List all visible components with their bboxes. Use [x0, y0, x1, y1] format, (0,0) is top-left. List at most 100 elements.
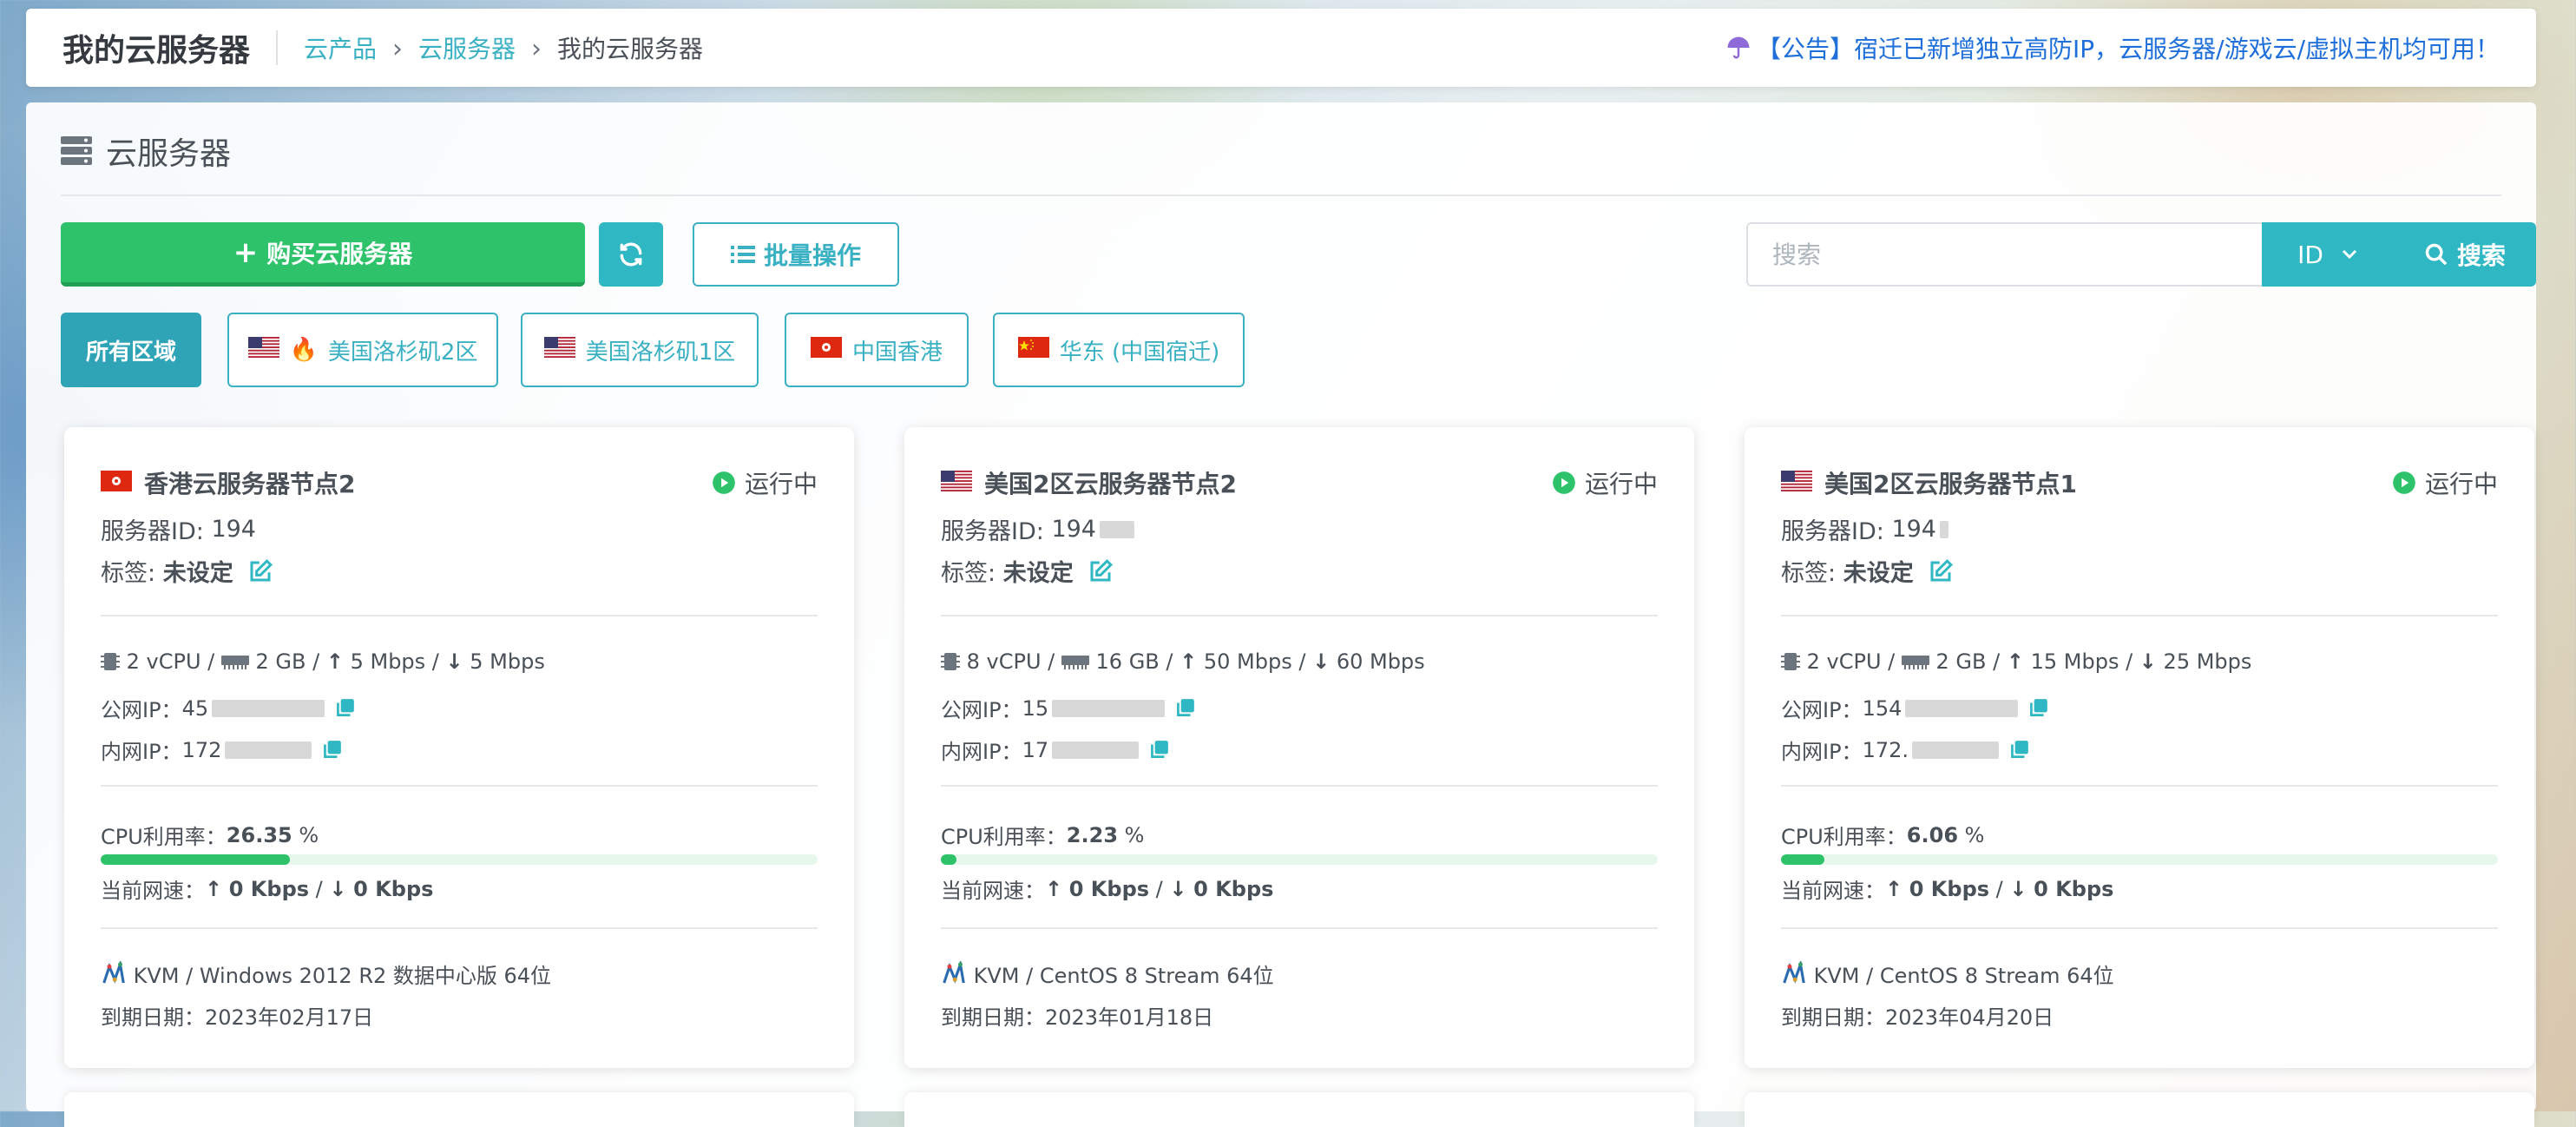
server-id-row: 服务器ID: 194: [1781, 512, 2498, 546]
memory-icon: [1061, 656, 1089, 669]
copy-icon[interactable]: [1173, 697, 1196, 720]
arrow-up-icon: ↑: [205, 876, 223, 901]
fire-icon: 🔥: [289, 337, 318, 363]
region-filter-us-la1[interactable]: 美国洛杉矶1区: [521, 313, 759, 387]
server-card[interactable]: [904, 1092, 1694, 1127]
card-divider: [101, 615, 818, 616]
private-ip-row: 内网IP： 172.: [1781, 735, 2498, 765]
private-ip-value: 17: [1022, 737, 1049, 762]
net-speed-label: 当前网速：: [101, 879, 205, 903]
cpu-icon: [1781, 653, 1800, 670]
list-icon: [730, 246, 755, 263]
os-row: KVM / Windows 2012 R2 数据中心版 64位: [101, 959, 818, 989]
edit-icon[interactable]: [1928, 558, 1954, 584]
batch-actions-button[interactable]: 批量操作: [693, 222, 899, 287]
upload-bandwidth: 5 Mbps: [350, 649, 426, 674]
breadcrumb-cloud-products[interactable]: 云产品: [304, 35, 377, 63]
private-ip-row: 内网IP： 172: [101, 735, 818, 765]
copy-icon[interactable]: [333, 697, 356, 720]
expire-date: 2023年04月20日: [1885, 1005, 2054, 1030]
tag-label: 标签:: [941, 560, 996, 587]
cpu-usage-unit: %: [1964, 822, 1985, 847]
spec-row: 2 vCPU / 2 GB / ↑ 15 Mbps / ↓ 25 Mbps: [1781, 649, 2498, 674]
breadcrumb-cloud-servers[interactable]: 云服务器: [418, 35, 516, 63]
server-card[interactable]: 美国2区云服务器节点2 运行中 服务器ID: 194 标签: 未设定 8 vCP…: [904, 427, 1694, 1068]
public-ip-value: 154: [1862, 695, 1902, 721]
cpu-usage-value: 6.06: [1906, 822, 1959, 847]
search-input[interactable]: [1746, 222, 2262, 287]
announcement[interactable]: 【公告】宿迁已新增独立高防IP，云服务器/游戏云/虚拟主机均可用！: [1725, 30, 2500, 65]
search-button[interactable]: 搜索: [2394, 222, 2536, 287]
region-filter-cn-east[interactable]: 华东 (中国宿迁): [993, 313, 1245, 387]
region-label: 华东 (中国宿迁): [1059, 339, 1220, 366]
server-id-value: 194: [1891, 516, 1936, 543]
top-bar: 我的云服务器 云产品 › 云服务器 › 我的云服务器 【公告】宿迁已新增独立高防IP，云…: [26, 9, 2536, 87]
region-filter-us-la2[interactable]: 🔥 美国洛杉矶2区: [227, 313, 498, 387]
tag-row: 标签: 未设定: [1781, 554, 2498, 588]
cpu-usage-row: CPU利用率： 2.23 %: [941, 820, 1658, 850]
us-flag-icon: [247, 336, 279, 364]
expire-label: 到期日期：: [101, 1005, 205, 1030]
edit-icon[interactable]: [247, 558, 273, 584]
announcement-text: 【公告】宿迁已新增独立高防IP，云服务器/游戏云/虚拟主机均可用！: [1756, 35, 2500, 63]
arrow-up-icon: ↑: [1045, 876, 1063, 901]
cpu-usage-unit: %: [299, 822, 319, 847]
arrow-up-icon: ↑: [1180, 649, 1198, 674]
server-card[interactable]: [1745, 1092, 2534, 1127]
redacted-block: [1912, 741, 1999, 759]
server-id-label: 服务器ID:: [1781, 518, 1884, 545]
region-filter-hk[interactable]: 中国香港: [785, 313, 969, 387]
cpu-usage-label: CPU利用率：: [941, 825, 1067, 849]
server-id-value: 194: [211, 516, 256, 543]
server-name[interactable]: 美国2区云服务器节点2: [984, 465, 1237, 500]
redacted-block: [1905, 699, 2019, 717]
tag-value: 未设定: [1002, 560, 1074, 587]
server-id-row: 服务器ID: 194: [101, 512, 818, 546]
expire-date: 2023年01月18日: [1045, 1005, 1214, 1030]
buy-server-button[interactable]: + 购买云服务器: [61, 222, 585, 287]
region-filter-all[interactable]: 所有区域: [61, 313, 201, 387]
search-icon: [2425, 243, 2448, 266]
play-circle-icon: [713, 471, 735, 494]
edit-icon[interactable]: [1088, 558, 1114, 584]
card-divider: [1781, 927, 2498, 929]
play-circle-icon: [2393, 471, 2415, 494]
buy-server-label: 购买云服务器: [266, 239, 413, 268]
net-up-value: 0 Kbps: [1068, 876, 1150, 901]
card-divider: [941, 927, 1658, 929]
copy-icon[interactable]: [1147, 739, 1170, 761]
arrow-down-icon: ↓: [2009, 876, 2027, 901]
public-ip-row: 公网IP： 154: [1781, 693, 2498, 723]
ram-value: 16 GB: [1095, 649, 1160, 674]
net-speed-row: 当前网速： ↑ 0 Kbps / ↓ 0 Kbps: [941, 873, 1658, 904]
public-ip-value: 15: [1022, 695, 1049, 721]
card-divider: [941, 785, 1658, 787]
search-field-select[interactable]: ID: [2262, 222, 2394, 287]
kvm-icon: [943, 960, 965, 984]
title-divider: [276, 30, 279, 65]
os-row: KVM / CentOS 8 Stream 64位: [1781, 959, 2498, 989]
copy-icon[interactable]: [2008, 739, 2030, 761]
status-badge: 运行中: [2392, 465, 2498, 500]
cpu-usage-bar: [1781, 854, 2498, 865]
server-card[interactable]: 美国2区云服务器节点1 运行中 服务器ID: 194 标签: 未设定 2 vCP…: [1745, 427, 2534, 1068]
arrow-down-icon: ↓: [2139, 649, 2157, 674]
download-bandwidth: 60 Mbps: [1336, 649, 1425, 674]
card-divider: [1781, 785, 2498, 787]
breadcrumb: 云产品 › 云服务器 › 我的云服务器: [304, 30, 703, 65]
copy-icon[interactable]: [2027, 697, 2049, 720]
server-name[interactable]: 香港云服务器节点2: [144, 465, 355, 500]
vcpu-value: 2 vCPU: [126, 649, 201, 674]
expire-row: 到期日期： 2023年02月17日: [101, 1000, 818, 1031]
expire-row: 到期日期： 2023年01月18日: [941, 1000, 1658, 1031]
copy-icon[interactable]: [320, 739, 343, 761]
redacted-block: [1100, 520, 1134, 538]
cpu-usage-label: CPU利用率：: [1781, 825, 1907, 849]
server-card[interactable]: [64, 1092, 854, 1127]
refresh-button[interactable]: [599, 222, 663, 287]
upload-bandwidth: 15 Mbps: [2030, 649, 2119, 674]
status-text: 运行中: [2424, 470, 2498, 498]
server-card[interactable]: 香港云服务器节点2 运行中 服务器ID: 194 标签: 未设定 2 vCPU …: [64, 427, 854, 1068]
server-name[interactable]: 美国2区云服务器节点1: [1824, 465, 2077, 500]
private-ip-value: 172.: [1862, 737, 1909, 762]
